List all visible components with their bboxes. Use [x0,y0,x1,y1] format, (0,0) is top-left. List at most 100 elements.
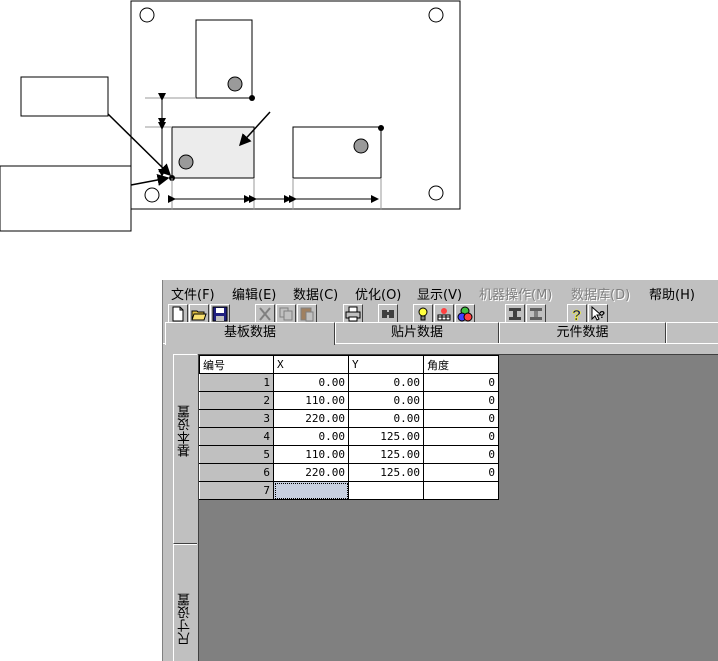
row-header[interactable]: 4 [199,427,274,446]
table-row: 2 110.00 0.00 0 [199,391,499,410]
cell-angle[interactable]: 0 [423,409,499,428]
bulb-icon [418,307,428,321]
grid-area: 编号 X Y 角度 1 0.00 0.00 0 2 110.00 0.00 0 [198,354,718,661]
shapes-button[interactable] [455,304,475,324]
menu-database[interactable]: 数据库(D) [571,284,630,303]
callout-box [0,165,132,232]
print-button[interactable] [343,304,363,324]
save-button[interactable] [210,304,230,324]
menu-data[interactable]: 数据(C) [293,284,338,303]
table-row: 3 220.00 0.00 0 [199,409,499,428]
shapes-icon [457,306,473,322]
menu-machine[interactable]: 机器操作(M) [479,284,552,303]
grid-header-row: 编号 X Y 角度 [199,355,499,374]
corner-hole [144,187,160,203]
save-icon [212,306,228,322]
cell-y[interactable]: 0.00 [348,409,424,428]
column-header-angle[interactable]: 角度 [423,355,499,374]
cell-y[interactable]: 125.00 [348,445,424,464]
tab-placement-data[interactable]: 贴片数据 [335,322,499,343]
callout-box [20,76,109,117]
svg-text:?: ? [572,307,581,322]
sub-board [195,19,253,99]
reference-point [249,95,255,101]
cell-angle[interactable]: 0 [423,373,499,392]
column-header-id[interactable]: 编号 [199,355,274,374]
cell-y[interactable]: 0.00 [348,391,424,410]
cell-x[interactable]: 110.00 [273,445,349,464]
new-file-icon [172,306,184,322]
content-panel: 基本设置 尺寸设置 编号 X Y 角度 1 0.00 0.00 0 2 110.… [163,343,718,661]
cut-icon [259,307,271,321]
grid-button[interactable] [434,304,454,324]
fiducial-mark [353,138,369,154]
grid-icon [437,308,451,321]
column-header-y[interactable]: Y [348,355,424,374]
tab-component-data[interactable]: 元件数据 [499,322,666,343]
side-tab-size[interactable]: 尺寸设置 [173,544,197,661]
row-header[interactable]: 5 [199,445,274,464]
menu-edit[interactable]: 编辑(E) [232,284,276,303]
cell-x-selected[interactable] [273,481,349,500]
side-tab-basic[interactable]: 基本设置 [173,354,197,544]
tab-more[interactable] [666,322,718,343]
menu-help[interactable]: 帮助(H) [649,284,695,303]
align-right-icon [530,308,542,320]
cell-angle[interactable]: 0 [423,463,499,482]
table-row: 1 0.00 0.00 0 [199,373,499,392]
cell-angle[interactable] [423,481,499,500]
cell-y[interactable] [348,481,424,500]
sub-board [292,126,382,179]
align-left-icon [509,308,521,320]
paste-button[interactable] [297,304,317,324]
cell-y[interactable]: 125.00 [348,463,424,482]
open-button[interactable] [189,304,209,324]
table-row: 6 220.00 125.00 0 [199,463,499,482]
align-left-button[interactable] [505,304,525,324]
find-icon [382,310,394,318]
print-icon [345,306,361,322]
find-button[interactable] [378,304,398,324]
cell-y[interactable]: 125.00 [348,427,424,446]
cell-x[interactable]: 220.00 [273,409,349,428]
table-row: 4 0.00 125.00 0 [199,427,499,446]
menu-optimize[interactable]: 优化(O) [355,284,401,303]
side-tab-basic-label: 基本设置 [178,405,193,457]
copy-icon [279,307,293,321]
table-row: 7 [199,481,499,500]
bulb-button[interactable] [413,304,433,324]
help-button[interactable]: ? [567,304,587,324]
cell-angle[interactable]: 0 [423,445,499,464]
cell-x[interactable]: 0.00 [273,373,349,392]
row-header[interactable]: 7 [199,481,274,500]
cell-angle[interactable]: 0 [423,391,499,410]
align-right-button[interactable] [526,304,546,324]
context-help-icon: ? [591,306,605,321]
svg-text:?: ? [599,310,605,321]
column-header-x[interactable]: X [273,355,349,374]
row-header[interactable]: 1 [199,373,274,392]
context-help-button[interactable]: ? [588,304,608,324]
corner-hole [428,7,444,23]
corner-hole [428,185,444,201]
copy-button[interactable] [276,304,296,324]
menu-file[interactable]: 文件(F) [171,284,215,303]
fiducial-mark [227,76,243,92]
new-button[interactable] [168,304,188,324]
data-grid: 编号 X Y 角度 1 0.00 0.00 0 2 110.00 0.00 0 [199,355,499,500]
row-header[interactable]: 6 [199,463,274,482]
cut-button[interactable] [255,304,275,324]
open-folder-icon [191,310,207,321]
app-window: 文件(F) 编辑(E) 数据(C) 优化(O) 显示(V) 机器操作(M) 数据… [162,280,718,661]
tab-board-data[interactable]: 基板数据 [165,322,335,345]
cell-angle[interactable]: 0 [423,427,499,446]
menu-view[interactable]: 显示(V) [417,284,462,303]
cell-y[interactable]: 0.00 [348,373,424,392]
side-tab-size-label: 尺寸设置 [178,593,193,645]
row-header[interactable]: 3 [199,409,274,428]
cell-x[interactable]: 0.00 [273,427,349,446]
cell-x[interactable]: 110.00 [273,391,349,410]
cell-x[interactable]: 220.00 [273,463,349,482]
reference-point [378,125,384,131]
row-header[interactable]: 2 [199,391,274,410]
